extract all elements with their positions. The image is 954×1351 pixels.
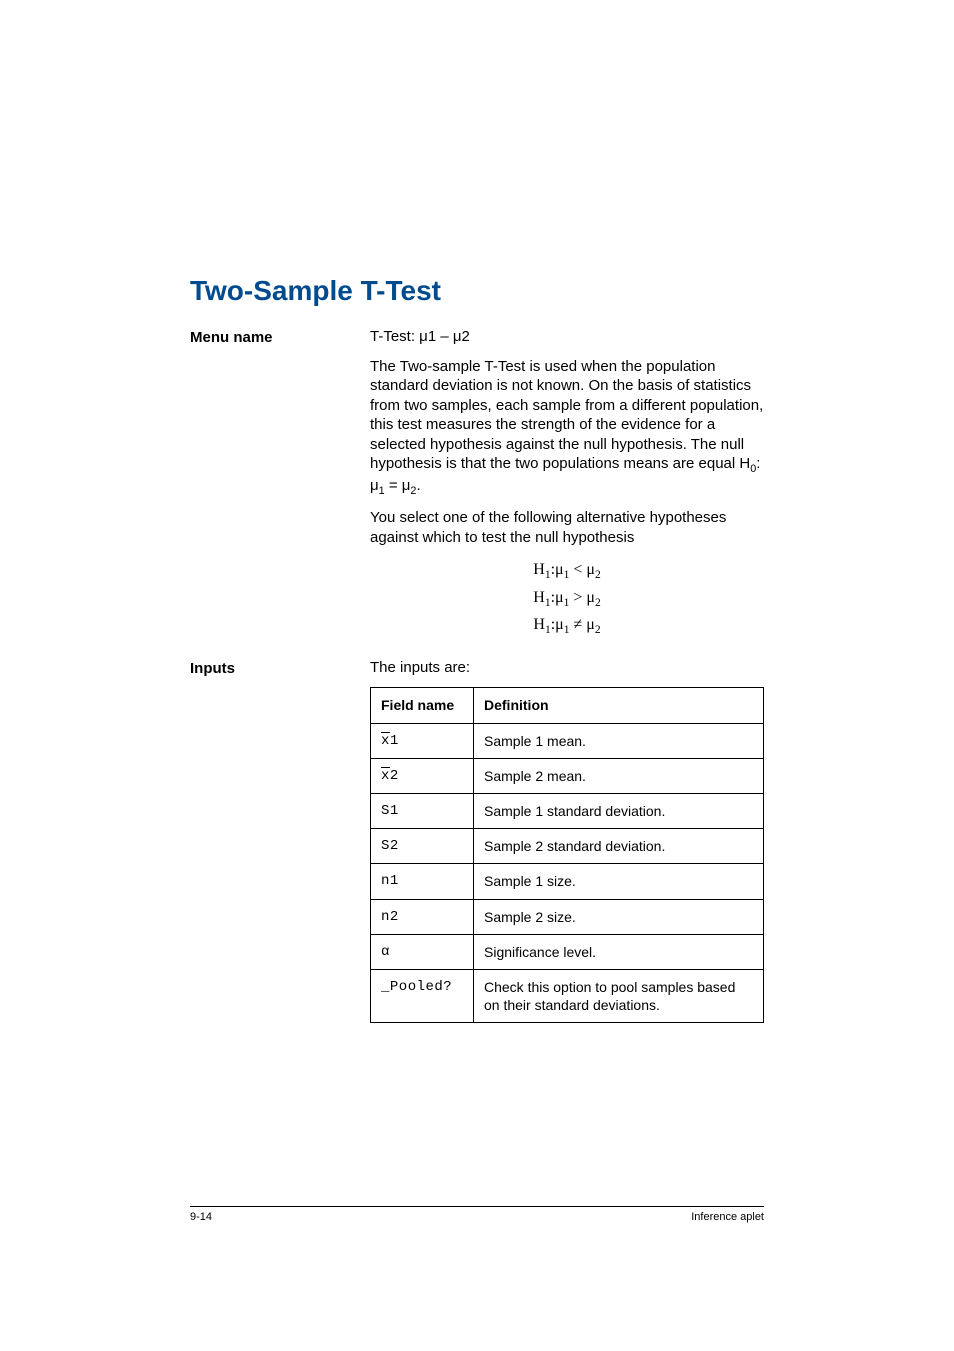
definition-s2: Sample 2 standard deviation. xyxy=(474,829,764,864)
inputs-label: Inputs xyxy=(190,658,370,677)
footer-section-name: Inference aplet xyxy=(691,1211,764,1223)
header-field: Field name xyxy=(371,688,474,723)
table-row: S2 Sample 2 standard deviation. xyxy=(371,829,764,864)
inputs-content: The inputs are: Field name Definition x1… xyxy=(370,658,764,1023)
table-header-row: Field name Definition xyxy=(371,688,764,723)
hypothesis-2: H1:μ1 > μ2 xyxy=(370,585,764,613)
field-n1: n1 xyxy=(371,864,474,899)
definition-alpha: Significance level. xyxy=(474,934,764,969)
hypotheses-block: H1:μ1 < μ2 H1:μ1 > μ2 H1:μ1 ≠ μ2 xyxy=(370,557,764,640)
menu-name-label: Menu name xyxy=(190,327,370,346)
definition-x1: Sample 1 mean. xyxy=(474,723,764,758)
table-row: x2 Sample 2 mean. xyxy=(371,758,764,793)
definition-n2: Sample 2 size. xyxy=(474,899,764,934)
inputs-intro: The inputs are: xyxy=(370,658,764,678)
inputs-table: Field name Definition x1 Sample 1 mean. … xyxy=(370,687,764,1023)
field-s2: S2 xyxy=(371,829,474,864)
footer-page-number: 9-14 xyxy=(190,1211,212,1223)
page-title: Two-Sample T-Test xyxy=(190,275,764,307)
document-page: Two-Sample T-Test Menu name T-Test: μ1 –… xyxy=(0,0,954,1351)
field-s1: S1 xyxy=(371,793,474,828)
table-row: S1 Sample 1 standard deviation. xyxy=(371,793,764,828)
definition-x2: Sample 2 mean. xyxy=(474,758,764,793)
description-para1: The Two-sample T-Test is used when the p… xyxy=(370,357,764,499)
menu-name-content: T-Test: μ1 – μ2 The Two-sample T-Test is… xyxy=(370,327,764,646)
table-row: _Pooled? Check this option to pool sampl… xyxy=(371,969,764,1022)
field-x2: x2 xyxy=(371,758,474,793)
field-n2: n2 xyxy=(371,899,474,934)
inputs-section: Inputs The inputs are: Field name Defini… xyxy=(190,658,764,1023)
definition-n1: Sample 1 size. xyxy=(474,864,764,899)
field-alpha: α xyxy=(371,934,474,969)
definition-s1: Sample 1 standard deviation. xyxy=(474,793,764,828)
hypothesis-3: H1:μ1 ≠ μ2 xyxy=(370,612,764,640)
table-row: n2 Sample 2 size. xyxy=(371,899,764,934)
field-pooled: _Pooled? xyxy=(371,969,474,1022)
table-row: n1 Sample 1 size. xyxy=(371,864,764,899)
hypothesis-1: H1:μ1 < μ2 xyxy=(370,557,764,585)
table-row: x1 Sample 1 mean. xyxy=(371,723,764,758)
menu-name-section: Menu name T-Test: μ1 – μ2 The Two-sample… xyxy=(190,327,764,646)
table-row: α Significance level. xyxy=(371,934,764,969)
definition-pooled: Check this option to pool samples based … xyxy=(474,969,764,1022)
menu-name-value: T-Test: μ1 – μ2 xyxy=(370,327,764,347)
description-para2: You select one of the following alternat… xyxy=(370,508,764,547)
page-footer: 9-14 Inference aplet xyxy=(190,1206,764,1223)
header-definition: Definition xyxy=(474,688,764,723)
field-x1: x1 xyxy=(371,723,474,758)
